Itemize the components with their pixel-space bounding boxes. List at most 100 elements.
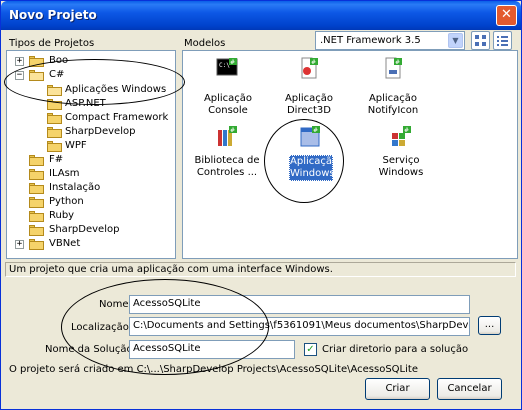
- tree-item-sharpdevelop[interactable]: SharpDevelop: [7, 224, 175, 237]
- svg-text:C:\: C:\: [219, 62, 230, 69]
- checkmark-icon: ✓: [306, 344, 315, 355]
- tree-item-label: ILAsm: [49, 168, 80, 179]
- solution-name-input[interactable]: AcessoSQLite: [129, 340, 295, 359]
- tree-item-label: ASP.NET: [65, 98, 106, 109]
- collapse-icon[interactable]: −: [15, 71, 24, 80]
- project-types-tree[interactable]: + Boo − C# Aplicações Windows ASP.NET Co…: [6, 50, 176, 259]
- folder-icon: [29, 183, 44, 194]
- template-description-bar: Um projeto que cria uma aplicação com um…: [5, 262, 516, 277]
- expand-icon[interactable]: +: [15, 57, 24, 66]
- tree-item-label: Ruby: [49, 210, 75, 221]
- cancel-button-label: Cancelar: [447, 383, 492, 394]
- folder-icon: [29, 239, 44, 250]
- create-button-label: Criar: [385, 383, 410, 394]
- template-label-line2: Windows: [290, 168, 335, 179]
- tree-item-vbnet[interactable]: + VBNet: [7, 238, 175, 251]
- direct3d-app-icon: #: [301, 57, 318, 79]
- project-path-info: O projeto será criado em C:\...\SharpDev…: [9, 364, 418, 375]
- tree-item-boo[interactable]: + Boo: [7, 55, 175, 68]
- cancel-button[interactable]: Cancelar: [437, 378, 502, 400]
- tree-item-label: WPF: [65, 140, 87, 151]
- solution-name-label: Nome da Solução:: [45, 344, 137, 355]
- template-label-line2: Direct3D: [286, 105, 331, 116]
- folder-open-icon: [47, 85, 62, 96]
- folder-icon: [29, 155, 44, 166]
- new-project-dialog: Novo Projeto ✕ Tipos de Projetos + Boo −…: [0, 0, 522, 410]
- notifyicon-app-icon: #: [385, 57, 402, 79]
- templates-label: Modelos: [184, 38, 226, 49]
- framework-select[interactable]: .NET Framework 3.5 ▼: [315, 31, 465, 50]
- list-view-icon: [497, 36, 508, 46]
- tree-item-label: Compact Framework: [65, 112, 169, 123]
- template-label-line1: Aplicação: [290, 156, 339, 167]
- location-input-value: C:\Documents and Settings\f5361091\Meus …: [133, 320, 469, 331]
- create-button[interactable]: Criar: [365, 378, 430, 400]
- create-directory-checkbox[interactable]: ✓: [304, 343, 317, 356]
- template-windows-application[interactable]: # Aplicação Windows: [273, 124, 349, 184]
- template-notifyicon-application[interactable]: # Aplicação NotifyIcon: [355, 56, 431, 116]
- svg-text:#: #: [404, 127, 409, 134]
- large-icons-view-button[interactable]: [471, 31, 490, 50]
- folder-icon: [29, 169, 44, 180]
- tree-item-ilasm[interactable]: ILAsm: [7, 168, 175, 181]
- windows-service-icon: #: [392, 126, 411, 146]
- tree-item-sharpdevelop-csharp[interactable]: SharpDevelop: [7, 126, 175, 139]
- list-view-button[interactable]: [493, 31, 512, 50]
- folder-icon: [29, 197, 44, 208]
- templates-list[interactable]: C:\ # Aplicação Console # Aplicação Dire…: [182, 50, 518, 259]
- template-label: Serviço Windows: [378, 155, 424, 178]
- tree-item-label: SharpDevelop: [65, 126, 136, 137]
- windows-app-icon: #: [300, 126, 320, 147]
- svg-text:#: #: [313, 127, 318, 134]
- tree-item-label: Boo: [49, 55, 69, 66]
- solution-name-input-value: AcessoSQLite: [133, 343, 201, 354]
- tree-item-aspnet[interactable]: ASP.NET: [7, 98, 175, 111]
- svg-text:#: #: [230, 59, 235, 66]
- location-label: Localização:: [71, 322, 133, 333]
- control-library-icon: #: [218, 126, 237, 146]
- tree-item-compact-framework[interactable]: Compact Framework: [7, 112, 175, 125]
- tree-item-label: C#: [49, 69, 65, 80]
- tree-item-ruby[interactable]: Ruby: [7, 210, 175, 223]
- tree-item-windows-applications[interactable]: Aplicações Windows: [7, 84, 175, 97]
- expand-icon[interactable]: +: [15, 240, 24, 249]
- tree-item-wpf[interactable]: WPF: [7, 140, 175, 153]
- folder-icon: [47, 127, 62, 138]
- close-button[interactable]: ✕: [496, 5, 517, 26]
- folder-icon: [29, 56, 44, 67]
- template-control-library[interactable]: # Biblioteca de Controles ...: [185, 124, 269, 184]
- create-directory-label: Criar diretorio para a solução: [322, 344, 469, 355]
- svg-text:#: #: [311, 59, 316, 66]
- folder-icon: [47, 113, 62, 124]
- tree-item-setup[interactable]: Instalação: [7, 182, 175, 195]
- tree-item-python[interactable]: Python: [7, 196, 175, 209]
- location-input[interactable]: C:\Documents and Settings\f5361091\Meus …: [129, 317, 470, 336]
- template-label-line2: NotifyIcon: [367, 105, 419, 116]
- tree-item-label: SharpDevelop: [49, 224, 120, 235]
- folder-icon: [47, 141, 62, 152]
- template-direct3d-application[interactable]: # Aplicação Direct3D: [271, 56, 347, 116]
- tree-item-csharp[interactable]: − C#: [7, 69, 175, 82]
- tree-item-label: Aplicações Windows: [65, 84, 167, 95]
- folder-icon: [29, 225, 44, 236]
- name-label: Nome:: [99, 299, 132, 310]
- browse-button[interactable]: ...: [478, 316, 501, 335]
- name-input[interactable]: AcessoSQLite: [129, 295, 470, 314]
- tree-item-label: Python: [49, 196, 84, 207]
- window-title: Novo Projeto: [9, 8, 97, 22]
- name-input-value: AcessoSQLite: [133, 298, 201, 309]
- svg-text:#: #: [230, 127, 235, 134]
- browse-button-label: ...: [484, 319, 495, 330]
- template-label: Aplicação Console: [203, 93, 253, 116]
- template-label-line1: Aplicação: [368, 93, 418, 104]
- chevron-down-icon[interactable]: ▼: [448, 33, 463, 48]
- tree-item-fsharp[interactable]: F#: [7, 154, 175, 167]
- template-label-line1: Aplicação: [284, 93, 334, 104]
- folder-open-icon: [29, 70, 44, 81]
- project-types-label: Tipos de Projetos: [9, 38, 95, 49]
- tree-item-label: Instalação: [49, 182, 101, 193]
- template-windows-service[interactable]: # Serviço Windows: [359, 124, 443, 184]
- title-bar[interactable]: Novo Projeto ✕: [1, 1, 521, 30]
- template-console-application[interactable]: C:\ # Aplicação Console: [183, 56, 273, 116]
- template-label-line2: Controles ...: [196, 167, 258, 178]
